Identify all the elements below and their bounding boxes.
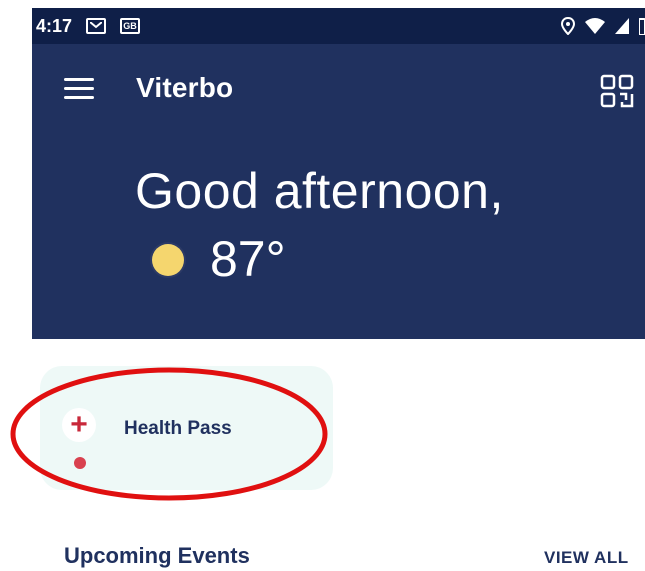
location-icon <box>561 17 575 35</box>
temperature-value: 87° <box>210 231 286 287</box>
plus-icon: + <box>62 408 96 442</box>
hamburger-menu-icon[interactable] <box>64 78 94 100</box>
wifi-icon <box>585 18 605 34</box>
greeting-text: Good afternoon, <box>135 163 504 219</box>
status-bar: 4:17 GB <box>32 8 645 44</box>
upcoming-events-title: Upcoming Events <box>64 543 250 568</box>
health-pass-card[interactable]: + Health Pass <box>40 366 333 490</box>
sim-icon: GB <box>120 18 141 34</box>
battery-icon <box>639 18 645 35</box>
notification-dot <box>74 457 86 469</box>
status-right-icons <box>561 17 645 35</box>
view-all-link[interactable]: VIEW ALL <box>544 548 629 568</box>
sun-icon <box>152 244 184 276</box>
qr-code-icon[interactable] <box>600 74 634 108</box>
status-time: 4:17 <box>36 15 73 36</box>
app-title: Viterbo <box>136 72 234 103</box>
health-pass-label: Health Pass <box>124 418 232 439</box>
app-header: Viterbo Good afternoon, 87° <box>32 44 645 339</box>
signal-icon <box>615 18 629 34</box>
gmail-icon <box>86 18 107 34</box>
